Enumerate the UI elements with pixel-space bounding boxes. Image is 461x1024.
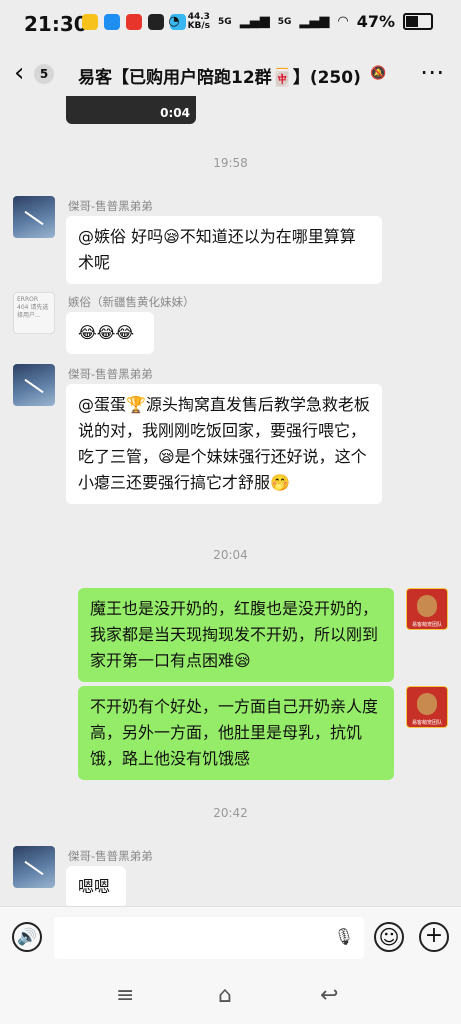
signal-bars-icon: ▂▄▆ [239,14,270,29]
message-bubble[interactable]: 😂😂😂 [66,312,154,354]
avatar-label: 易客萌宠团队 [411,720,442,726]
my-avatar[interactable]: 易客萌宠团队 [406,588,448,630]
message-input[interactable]: 🎙 [54,917,364,959]
emoji-icon[interactable]: ☺ [374,922,404,952]
signal-1-label: 5G [218,16,232,27]
message-bubble[interactable]: 嗯嗯 [66,866,126,906]
signal-2-label: 5G [277,16,292,27]
my-message-bubble[interactable]: 不开奶有个好处，一方面自己开奶亲人度高，另外一方面，他肚里是母乳，抗饥饿，路上他… [78,686,394,780]
video-duration: 0:04 [160,106,190,120]
input-bar: 🔊 🎙 ☺ + [0,906,461,971]
sender-name: 嫉俗（新疆售黄化妹妹） [68,295,195,309]
mute-bell-icon: 🔕 [370,66,387,81]
status-time: 21:30 [24,12,88,36]
notification-app-blue-icon [104,14,120,30]
more-options-icon[interactable]: ⋯ [420,58,446,86]
menu-icon[interactable]: ≡ [116,983,134,1008]
avatar[interactable]: ERROR 404 请先选择用户... [13,292,55,334]
avatar-label: 易客萌宠团队 [411,622,442,628]
message-bubble[interactable]: @蛋蛋🏆源头掏窝直发售后教学急救老板说的对，我刚刚吃饭回家，要强行喂它，吃了三管… [66,384,382,504]
back-arrow-icon[interactable]: ‹ [14,60,24,86]
system-nav-bar: ≡ ⌂ ↩ [0,970,461,1024]
avatar[interactable] [13,196,55,238]
notification-app-yellow-icon [82,14,98,30]
notification-app-red-icon [126,14,142,30]
message-list[interactable]: 0:04 19:58 傑哥-售普黑弟弟 @嫉俗 好吗😪不知道还以为在哪里算算术呢… [0,96,461,906]
unread-count-badge[interactable]: 5 [34,64,54,84]
status-bar: 21:30 ◔ 44.3 KB/s 5G ▂▄▆ 5G ▂▄▆ ◠ 47% [0,0,461,46]
plus-icon[interactable]: + [419,922,449,952]
notification-app-black-icon [148,14,164,30]
speedometer-icon: ◔ [168,14,180,29]
home-icon[interactable]: ⌂ [218,983,232,1008]
message-bubble[interactable]: @嫉俗 好吗😪不知道还以为在哪里算算术呢 [66,216,382,284]
chat-title: 易客【已购用户陪跑12群🀄】(250) [78,68,361,88]
timestamp: 19:58 [213,156,248,170]
video-message[interactable]: 0:04 [66,96,196,124]
my-message-bubble[interactable]: 魔王也是没开奶的，红腹也是没开奶的，我家都是当天现掏现发不开奶，所以刚到家开第一… [78,588,394,682]
return-icon[interactable]: ↩ [320,983,338,1008]
sender-name: 傑哥-售普黑弟弟 [68,199,153,213]
signal-bars-icon-2: ▂▄▆ [299,14,330,29]
timestamp: 20:42 [213,806,248,820]
net-speed: 44.3 KB/s [187,12,211,31]
chat-header: ‹ 5 易客【已购用户陪跑12群🀄】(250) 🔕 ⋯ [0,46,461,102]
avatar[interactable] [13,846,55,888]
net-speed-unit: KB/s [187,20,211,31]
mic-icon[interactable]: 🎙 [334,927,354,946]
avatar[interactable] [13,364,55,406]
battery-percent: 47% [356,12,395,31]
sender-name: 傑哥-售普黑弟弟 [68,849,153,863]
battery-icon [403,13,433,30]
my-avatar[interactable]: 易客萌宠团队 [406,686,448,728]
wifi-icon: ◠ [337,14,349,29]
sender-name: 傑哥-售普黑弟弟 [68,367,153,381]
timestamp: 20:04 [213,548,248,562]
voice-toggle-icon[interactable]: 🔊 [12,922,42,952]
